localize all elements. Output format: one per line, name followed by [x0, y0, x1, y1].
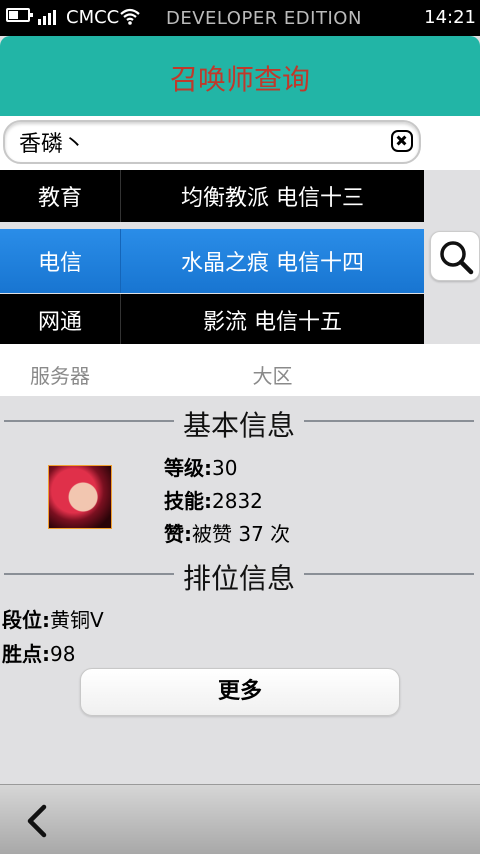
tier-value: 黄铜V	[50, 608, 104, 632]
back-button[interactable]	[18, 799, 62, 843]
summoner-avatar	[48, 465, 112, 529]
rank-info-header: 排位信息	[4, 553, 474, 595]
signal-icon	[38, 9, 58, 25]
picker-server-cell[interactable]: 教育	[0, 180, 120, 212]
picker-region-cell[interactable]: 影流 电信十五	[121, 304, 424, 336]
summoner-search-input[interactable]	[3, 120, 421, 164]
tier-label: 段位:	[2, 608, 50, 632]
more-button[interactable]: 更多	[80, 668, 400, 716]
picker-server-cell[interactable]: 电信	[0, 245, 120, 277]
level-row: 等级:30	[164, 452, 237, 481]
picker-row[interactable]: 网通 影流 电信十五	[0, 294, 424, 346]
bottom-toolbar	[0, 784, 480, 854]
points-row: 胜点:98	[2, 638, 75, 667]
wifi-icon	[120, 8, 140, 25]
picker-row-selected[interactable]: 电信 水晶之痕 电信十四	[0, 229, 424, 293]
clock: 14:21	[424, 7, 476, 28]
rank-info-title: 排位信息	[4, 557, 474, 597]
back-arrow-icon	[27, 804, 47, 838]
level-label: 等级:	[164, 456, 212, 480]
skill-label: 技能:	[164, 489, 212, 513]
like-value: 被赞 37 次	[192, 522, 291, 546]
edition-label: DEVELOPER EDITION	[166, 8, 362, 29]
clear-icon[interactable]	[391, 130, 413, 152]
picker-row[interactable]: 教育 均衡教派 电信十三	[0, 170, 424, 222]
search-button[interactable]	[430, 231, 480, 281]
server-region-picker[interactable]: 教育 均衡教派 电信十三 电信 水晶之痕 电信十四 网通 影流 电信十五	[0, 170, 424, 346]
picker-region-cell[interactable]: 水晶之痕 电信十四	[121, 245, 424, 277]
region-caption: 大区	[252, 364, 293, 388]
search-icon	[440, 241, 474, 275]
picker-server-cell[interactable]: 网通	[0, 304, 120, 336]
picker-region-cell[interactable]: 均衡教派 电信十三	[121, 180, 424, 212]
app-header: 召唤师查询	[0, 36, 480, 116]
skill-row: 技能:2832	[164, 485, 263, 514]
status-bar: CMCC DEVELOPER EDITION 14:21	[0, 0, 480, 36]
basic-info-header: 基本信息	[4, 400, 474, 442]
points-value: 98	[50, 642, 76, 666]
skill-value: 2832	[212, 489, 263, 513]
server-caption: 服务器	[30, 364, 90, 388]
carrier-name: CMCC	[66, 7, 120, 28]
like-label: 赞:	[164, 522, 192, 546]
battery-icon	[6, 8, 33, 22]
page-title: 召唤师查询	[169, 63, 310, 96]
picker-captions: 服务器 大区	[0, 344, 480, 396]
tier-row: 段位:黄铜V	[2, 604, 104, 633]
like-row: 赞:被赞 37 次	[164, 518, 290, 547]
points-label: 胜点:	[2, 642, 50, 666]
basic-info-title: 基本信息	[4, 404, 474, 444]
level-value: 30	[212, 456, 238, 480]
